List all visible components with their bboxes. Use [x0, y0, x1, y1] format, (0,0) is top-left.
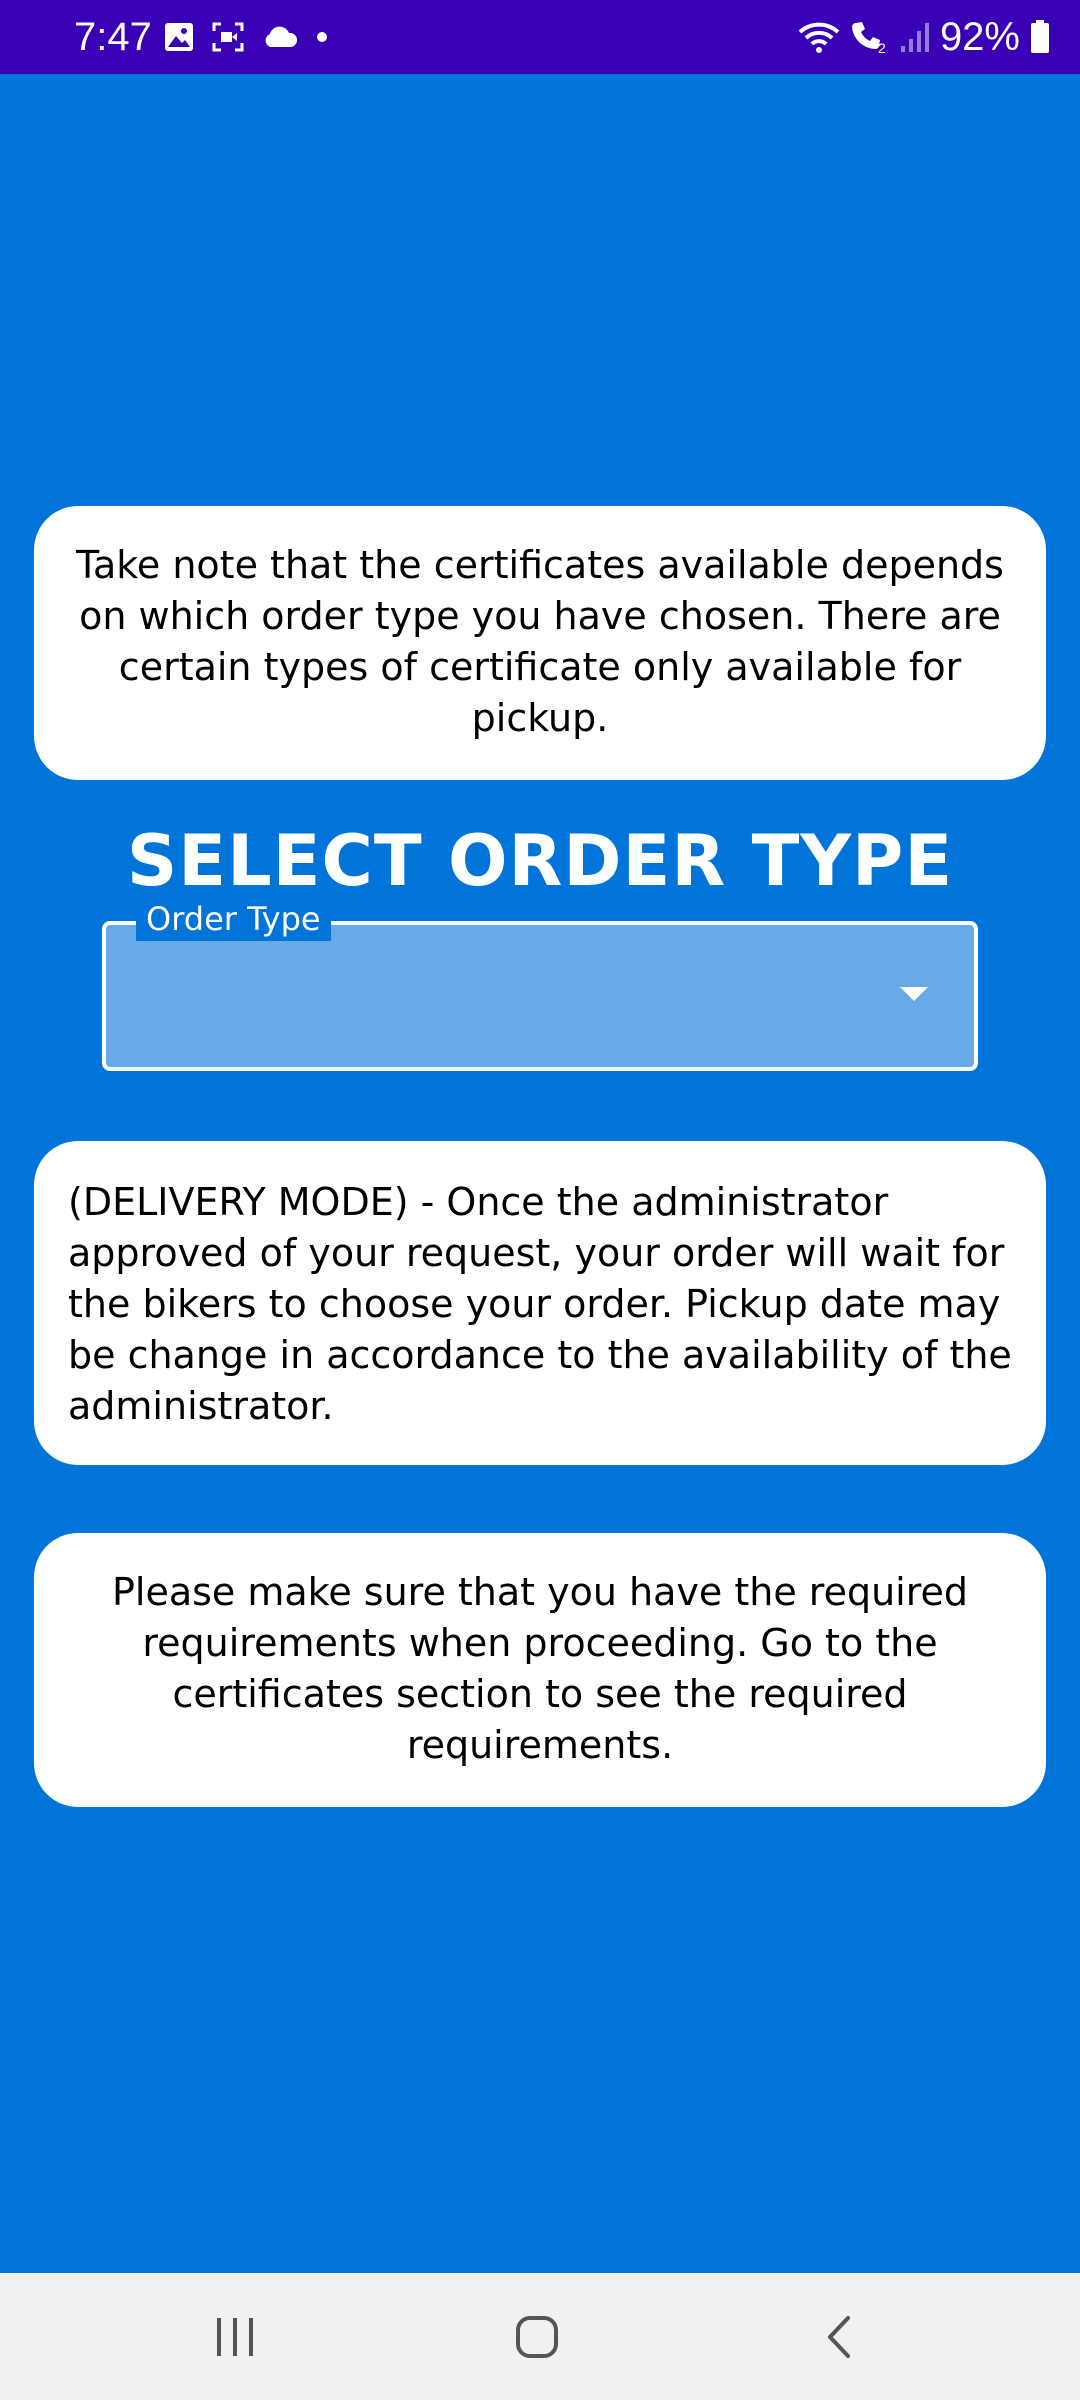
notification-dot-icon [316, 31, 328, 43]
wifi-calling-icon: 2 [850, 19, 890, 55]
delivery-mode-text: (DELIVERY MODE) - Once the administrator… [68, 1180, 1012, 1428]
home-button[interactable] [477, 2295, 597, 2379]
status-icons-left [164, 20, 328, 54]
delivery-mode-card: (DELIVERY MODE) - Once the administrator… [34, 1141, 1046, 1465]
note-card-text: Take note that the certificates availabl… [76, 543, 1004, 740]
signal-icon [900, 20, 930, 54]
battery-percentage: 92% [939, 15, 1020, 59]
navigation-bar [0, 2273, 1080, 2400]
wifi-icon [798, 20, 840, 54]
status-icons-right: 2 92% [798, 16, 1050, 58]
order-type-dropdown[interactable]: Order Type [102, 897, 978, 1071]
cloud-icon [262, 25, 298, 49]
home-icon [514, 2314, 560, 2360]
note-card: Take note that the certificates availabl… [34, 506, 1046, 780]
screen-record-icon [212, 22, 244, 52]
requirements-text: Please make sure that you have the requi… [111, 1570, 969, 1767]
back-button[interactable] [779, 2295, 899, 2379]
recents-icon [213, 2316, 257, 2358]
gallery-icon [164, 22, 194, 52]
status-bar: 7:47 2 92% [0, 0, 1080, 74]
order-type-label: Order Type [136, 897, 331, 941]
screen: 7:47 2 92% Take note that the certificat… [0, 0, 1080, 2400]
page-title: SELECT ORDER TYPE [126, 820, 954, 902]
dropdown-arrow-icon [900, 987, 928, 1001]
battery-icon [1030, 20, 1050, 54]
status-time: 7:47 [74, 15, 152, 59]
recents-button[interactable] [175, 2295, 295, 2379]
requirements-card: Please make sure that you have the requi… [34, 1533, 1046, 1807]
svg-text:2: 2 [878, 40, 886, 55]
back-icon [824, 2314, 854, 2360]
